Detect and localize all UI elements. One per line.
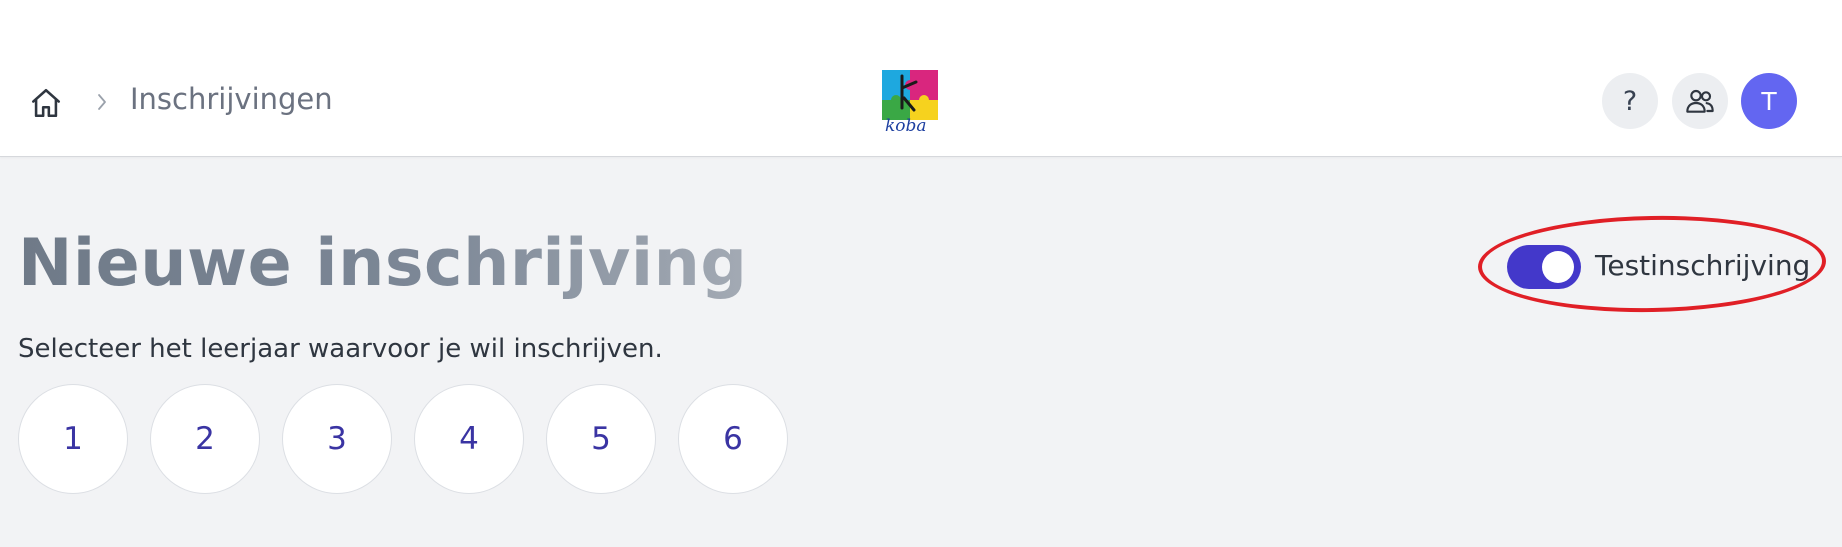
grade-button-2[interactable]: 2 [150, 384, 260, 494]
user-avatar[interactable]: T [1741, 73, 1797, 129]
chevron-right-icon [98, 94, 106, 110]
help-button[interactable]: ? [1602, 73, 1658, 129]
grade-button-5[interactable]: 5 [546, 384, 656, 494]
grade-button-3[interactable]: 3 [282, 384, 392, 494]
users-icon [1686, 89, 1714, 113]
breadcrumb-inschrijvingen[interactable]: Inschrijvingen [130, 82, 333, 116]
highlight-ellipse [1477, 212, 1827, 316]
top-header: Inschrijvingen koba ? T [0, 0, 1842, 157]
home-icon[interactable] [28, 86, 64, 120]
users-button[interactable] [1672, 73, 1728, 129]
page-title: Nieuwe inschrijving [18, 226, 748, 301]
koba-logo: koba [880, 70, 940, 134]
grade-button-6[interactable]: 6 [678, 384, 788, 494]
logo-text: koba [885, 116, 927, 134]
grade-selector: 1 2 3 4 5 6 [18, 384, 788, 494]
grade-button-4[interactable]: 4 [414, 384, 524, 494]
grade-button-1[interactable]: 1 [18, 384, 128, 494]
grade-instruction: Selecteer het leerjaar waarvoor je wil i… [18, 334, 663, 364]
